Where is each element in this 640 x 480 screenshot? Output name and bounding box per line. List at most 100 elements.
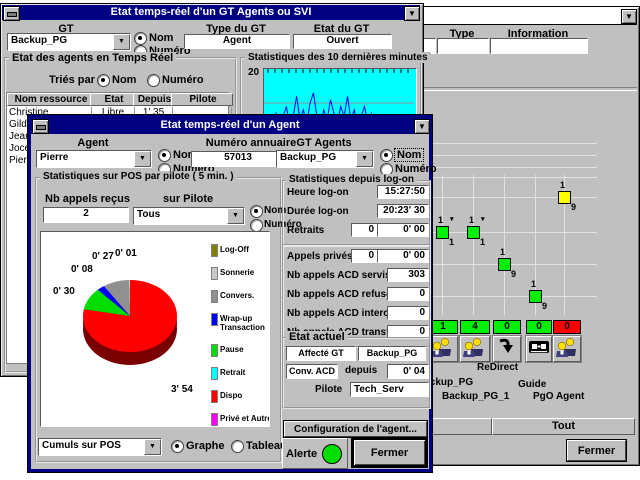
diagram-gridline — [421, 155, 597, 156]
legend-swatch-icon — [211, 267, 218, 280]
cumuls-combo-value: Cumuls sur POS — [42, 440, 145, 451]
diagram-gridline — [504, 175, 505, 315]
pie-chart — [41, 232, 209, 424]
diagram-gridline — [421, 177, 597, 178]
nb-recus-value: 2 — [43, 207, 129, 223]
node-count-top: 1 — [500, 247, 505, 257]
pilote-label: Pilote — [315, 384, 342, 395]
refuses-label: Nb appels ACD refusés — [287, 289, 397, 300]
flow-fermer-button[interactable]: Fermer — [567, 440, 626, 461]
pos-groupbox-label: Statistiques sur POS par pilote ( 5 min.… — [40, 171, 237, 182]
table-header-Depuis: Depuis — [133, 93, 174, 106]
agent-fermer-button[interactable]: Fermer — [352, 438, 427, 467]
node-count-bottom: 9 — [542, 301, 547, 311]
gt-combo[interactable]: Backup_PG ▼ — [7, 33, 131, 51]
legend-swatch-icon — [211, 344, 218, 357]
diagram-node[interactable] — [498, 258, 511, 271]
gt-window-title: Etat temps-réel d'un GT Agents ou SVI — [111, 6, 312, 18]
duree-value: 20:23' 30 — [377, 204, 429, 218]
node-count-top: 1 — [560, 180, 565, 190]
tout-bar[interactable]: Tout — [492, 418, 635, 435]
tout-bar-left[interactable] — [430, 418, 492, 435]
agent-combo-dropdown-icon[interactable]: ▼ — [134, 151, 151, 167]
tableau-radio[interactable] — [231, 440, 244, 453]
counter-box[interactable]: 0 — [493, 320, 521, 334]
heure-label: Heure log-on — [287, 187, 349, 198]
annuaire-value: 57013 — [191, 151, 285, 167]
agent-window: Etat temps-réel d'un Agent ▼ Agent Pierr… — [28, 115, 432, 472]
node-count-top: 1 — [469, 215, 474, 225]
legend-item: Log-Off — [211, 244, 265, 256]
gt-radio-nom-label: Nom — [149, 32, 173, 44]
flow-window: ▼ Type Information 1911▾11▾191914000ReDi… — [416, 6, 640, 466]
pie-value-label: 0' 30 — [53, 286, 75, 297]
agents-icon[interactable] — [460, 336, 490, 362]
counter-box[interactable]: 0 — [526, 320, 552, 334]
agent-minimize-icon[interactable]: ▼ — [414, 119, 430, 134]
sort-radio-numero[interactable] — [147, 74, 160, 87]
cumuls-dropdown-icon[interactable]: ▼ — [144, 439, 161, 455]
pie-chart-panel: 3' 540' 300' 080' 270' 01 Log-OffSonneri… — [40, 231, 270, 427]
legend-item: Convers. — [211, 290, 265, 302]
sort-radio-numero-label: Numéro — [162, 74, 204, 86]
legend-label: Sonnerie — [220, 268, 266, 277]
legend-swatch-icon — [211, 244, 218, 257]
graphe-radio[interactable] — [171, 440, 184, 453]
diagram-label: PgO Agent — [533, 391, 584, 402]
legend-item: Retrait — [211, 367, 265, 379]
pilote-radio-nom[interactable] — [250, 205, 263, 218]
diagram-label: ReDirect — [477, 362, 518, 373]
cumuls-combo[interactable]: Cumuls sur POS ▼ — [38, 438, 162, 456]
sort-radio-nom[interactable] — [97, 74, 110, 87]
config-agent-button[interactable]: Configuration de l'agent... — [284, 421, 427, 437]
gt-combo-value: Backup_PG — [11, 35, 114, 46]
agents-icon[interactable] — [428, 336, 458, 362]
diagram-node[interactable] — [467, 226, 480, 239]
counter-box[interactable]: 0 — [553, 320, 581, 334]
gtagents-combo-label: GT Agents — [276, 137, 372, 149]
graphe-radio-label: Graphe — [186, 440, 225, 452]
heure-value: 15:27:50 — [377, 185, 429, 199]
legend-label: Privé et Autre — [220, 414, 266, 423]
prives-count: 0 — [351, 249, 378, 263]
diagram-label: Backup_PG_1 — [442, 391, 509, 402]
counter-box[interactable]: 4 — [460, 320, 490, 334]
agent-combo[interactable]: Pierre ▼ — [36, 150, 152, 168]
agent-radio-nom[interactable] — [158, 149, 171, 162]
table-header-row: Nom ressourceEtatDepuisPilote — [7, 93, 228, 106]
servis-value: 303 — [387, 268, 429, 282]
legend-label: Convers. — [220, 291, 266, 300]
gtagents-combo[interactable]: Backup_PG ▼ — [276, 150, 374, 168]
agent-sysmenu-icon[interactable] — [32, 119, 49, 134]
affecte-box: Affecté GT courant — [286, 346, 356, 361]
node-count-bottom: 1 — [449, 237, 454, 247]
node-arrow-icon: ▾ — [481, 215, 485, 223]
sur-pilote-combo[interactable]: Tous ▼ — [133, 207, 245, 225]
agent-window-titlebar[interactable]: Etat temps-réel d'un Agent — [31, 118, 429, 134]
guide-icon[interactable] — [526, 336, 552, 362]
counter-box[interactable]: 1 — [428, 320, 458, 334]
diagram-node[interactable] — [558, 191, 571, 204]
gt-radio-nom[interactable] — [134, 32, 147, 45]
legend-item: Wrap-up Transaction — [211, 313, 265, 333]
duree-label: Durée log-on — [287, 206, 349, 217]
agents-icon[interactable] — [553, 336, 581, 362]
agent-window-title: Etat temps-réel d'un Agent — [160, 119, 299, 131]
diagram-node[interactable] — [529, 290, 542, 303]
conv-acd-box: Conv. ACD — [286, 364, 338, 379]
diagram-gridline — [421, 167, 597, 168]
gtagents-radio-nom[interactable] — [380, 149, 393, 162]
pie-value-label: 0' 08 — [71, 264, 93, 275]
gtagents-combo-dropdown-icon[interactable]: ▼ — [356, 151, 373, 167]
legend-label: Pause — [220, 345, 266, 354]
gtagents-radio-nom-label: Nom — [395, 149, 423, 161]
gt-combo-dropdown-icon[interactable]: ▼ — [113, 34, 130, 50]
gt-minimize-icon[interactable]: ▼ — [404, 6, 420, 21]
sur-pilote-dropdown-icon[interactable]: ▼ — [227, 208, 244, 224]
etat-actuel-groupbox-label: Etat actuel — [286, 331, 348, 343]
diagram-node[interactable] — [436, 226, 449, 239]
gt-window-titlebar[interactable]: Etat temps-réel d'un GT Agents ou SVI — [2, 5, 420, 20]
redirect-icon[interactable] — [493, 336, 521, 362]
gt-sysmenu-icon[interactable] — [3, 6, 20, 21]
agents-groupbox-label: Etat des agents en Temps Réel — [9, 52, 176, 64]
